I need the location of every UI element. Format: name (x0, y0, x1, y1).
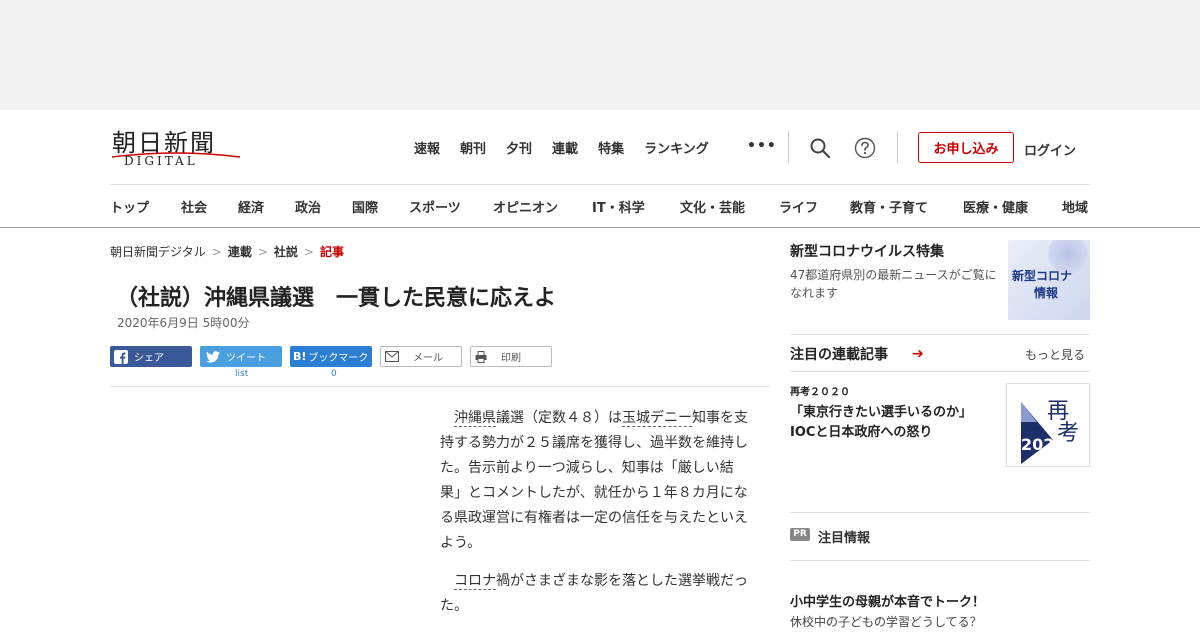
facebook-share-label: シェア (134, 353, 164, 364)
hatena-icon: B! (293, 350, 307, 363)
facebook-share-button[interactable]: シェア (110, 346, 192, 367)
category-international[interactable]: 国際 (352, 197, 378, 216)
twitter-share-label: ツイート (226, 353, 266, 364)
corona-feature-description[interactable]: 47都道府県別の最新ニュースがご覧になれます (790, 266, 1004, 302)
saiko-logo: 再 考 2020 (1021, 399, 1079, 464)
keyword-link[interactable]: 沖縄県 (454, 410, 496, 427)
nav-tokushu[interactable]: 特集 (598, 138, 624, 157)
category-life[interactable]: ライフ (779, 197, 818, 216)
divider (788, 131, 789, 163)
nav-rensai[interactable]: 連載 (552, 138, 578, 157)
series-name[interactable]: 再考２０２０ (790, 383, 850, 398)
divider (897, 131, 898, 163)
category-nav: トップ 社会 経済 政治 国際 スポーツ オピニオン IT・科学 文化・芸能 ラ… (110, 197, 1100, 217)
category-top[interactable]: トップ (110, 197, 149, 216)
print-label: 印刷 (501, 353, 521, 364)
saiko-year: 2020 (1021, 435, 1066, 454)
breadcrumb-current: 記事 (319, 245, 344, 259)
pr-badge: PR (790, 528, 810, 541)
article-date: 2020年6月9日 5時00分 (117, 316, 250, 330)
nav-ranking[interactable]: ランキング (644, 138, 709, 157)
subscribe-button[interactable]: お申し込み (918, 132, 1014, 163)
series-thumbnail[interactable]: 再 考 2020 (1006, 383, 1090, 467)
logo-sub-text: DIGITAL (124, 154, 198, 168)
nav-choukan[interactable]: 朝刊 (460, 138, 486, 157)
twitter-count[interactable]: list (235, 369, 248, 379)
corona-feature-thumbnail[interactable]: 新型コロナ 情報 (1008, 240, 1090, 320)
divider (110, 184, 1090, 185)
corona-thumb-text: 情報 (1034, 286, 1059, 300)
corona-thumb-text: 新型コロナ (1012, 269, 1073, 283)
category-economy[interactable]: 経済 (238, 197, 264, 216)
breadcrumb-home[interactable]: 朝日新聞デジタル (110, 245, 206, 259)
arrow-right-icon: ➔ (912, 346, 924, 362)
breadcrumb-separator: > (303, 245, 314, 259)
hatena-bookmark-button[interactable]: B! ブックマーク (290, 346, 372, 367)
category-it-science[interactable]: IT・科学 (592, 197, 645, 216)
divider (790, 512, 1090, 513)
series-article-title[interactable]: IOCと日本政府への怒り (790, 421, 932, 440)
help-icon[interactable] (854, 137, 876, 159)
breadcrumb-separator: > (257, 245, 268, 259)
category-sports[interactable]: スポーツ (409, 197, 461, 216)
login-link[interactable]: ログイン (1024, 140, 1076, 159)
mail-share-label: メール (413, 353, 443, 364)
top-nav: 速報 朝刊 夕刊 連載 特集 ランキング (414, 138, 729, 157)
corona-feature-title[interactable]: 新型コロナウイルス特集 (790, 241, 944, 261)
twitter-icon (206, 350, 220, 363)
article-title: （社説）沖縄県議選 一貫した民意に応えよ (116, 286, 557, 311)
print-button[interactable]: 印刷 (470, 346, 552, 367)
divider (110, 386, 770, 387)
nav-sokuho[interactable]: 速報 (414, 138, 440, 157)
breadcrumb: 朝日新聞デジタル > 連載 > 社説 > 記事 (110, 243, 344, 260)
mail-icon (385, 351, 399, 362)
print-icon (475, 350, 487, 363)
divider (790, 560, 1090, 561)
category-education[interactable]: 教育・子育て (850, 197, 928, 216)
hatena-bookmark-label: ブックマーク (308, 353, 369, 364)
facebook-icon (114, 349, 128, 364)
keyword-link[interactable]: コロナ (454, 573, 496, 590)
more-link[interactable]: もっと見る (1025, 346, 1085, 363)
more-menu-icon[interactable]: ••• (747, 138, 777, 154)
breadcrumb-editorial[interactable]: 社説 (274, 245, 298, 259)
site-logo[interactable]: 朝日新聞 DIGITAL (110, 123, 242, 171)
search-icon[interactable] (809, 137, 831, 159)
keyword-link[interactable]: 玉城デニー (622, 410, 692, 427)
hatena-count[interactable]: 0 (331, 369, 337, 379)
series-heading: 注目の連載記事 (790, 347, 888, 363)
divider (790, 334, 1090, 335)
category-politics[interactable]: 政治 (295, 197, 321, 216)
ad-space (0, 0, 1200, 110)
nav-yukan[interactable]: 夕刊 (506, 138, 532, 157)
divider (790, 371, 1090, 372)
article-text: 知事を支持する勢力が２５議席を獲得し、過半数を維持した。告示前より一つ減らし、知… (440, 410, 748, 551)
category-society[interactable]: 社会 (181, 197, 207, 216)
category-culture[interactable]: 文化・芸能 (680, 197, 745, 216)
article-text: 議選（定数４８）は (496, 410, 622, 426)
breadcrumb-separator: > (211, 245, 222, 259)
series-article-title[interactable]: 「東京行きたい選手いるのか」 (790, 401, 972, 420)
pr-article-title[interactable]: 小中学生の母親が本音でトーク！ (790, 591, 985, 610)
article-paragraph: コロナ禍がさまざまな影を落とした選挙戦だった。 (440, 569, 750, 619)
category-region[interactable]: 地域 (1062, 197, 1088, 216)
breadcrumb-series[interactable]: 連載 (228, 245, 252, 259)
article-paragraph: 沖縄県議選（定数４８）は玉城デニー知事を支持する勢力が２５議席を獲得し、過半数を… (440, 406, 750, 556)
article-body: 沖縄県議選（定数４８）は玉城デニー知事を支持する勢力が２５議席を獲得し、過半数を… (440, 406, 750, 632)
divider (0, 227, 1200, 228)
category-health[interactable]: 医療・健康 (963, 197, 1028, 216)
category-opinion[interactable]: オピニオン (493, 197, 558, 216)
pr-article-subtitle[interactable]: 休校中の子どもの学習どうしてる？ (790, 613, 982, 630)
mail-share-button[interactable]: メール (380, 346, 462, 367)
twitter-share-button[interactable]: ツイート (200, 346, 282, 367)
pr-label: 注目情報 (818, 531, 871, 546)
